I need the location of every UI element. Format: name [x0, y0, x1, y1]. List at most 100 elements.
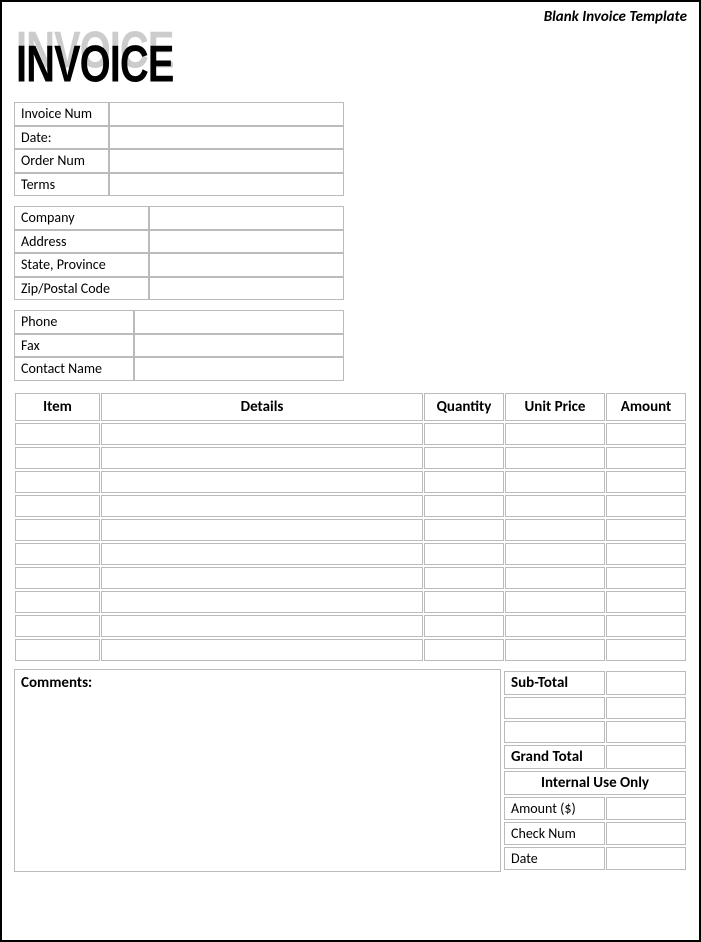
table-cell[interactable] [606, 639, 686, 661]
table-cell[interactable] [101, 591, 423, 613]
table-cell[interactable] [606, 567, 686, 589]
table-cell[interactable] [15, 543, 100, 565]
table-cell[interactable] [15, 423, 100, 445]
lower-section: Comments: Sub-Total Grand Total [14, 669, 687, 872]
table-cell[interactable] [606, 471, 686, 493]
table-row [15, 591, 686, 613]
value-internal-date[interactable] [606, 847, 686, 870]
items-table: Item Details Quantity Unit Price Amount [14, 391, 687, 663]
table-cell[interactable] [15, 447, 100, 469]
table-cell[interactable] [424, 447, 504, 469]
label-internal-check: Check Num [504, 822, 605, 845]
items-section: Item Details Quantity Unit Price Amount [14, 391, 687, 663]
table-cell[interactable] [101, 543, 423, 565]
contact-info-block: Phone Fax Contact Name [14, 310, 687, 381]
table-cell[interactable] [505, 423, 605, 445]
table-cell[interactable] [606, 543, 686, 565]
row-internal-check: Check Num [504, 822, 686, 845]
row-company: Company [14, 206, 344, 230]
table-cell[interactable] [505, 543, 605, 565]
row-internal-date: Date [504, 847, 686, 870]
table-cell[interactable] [424, 615, 504, 637]
row-internal-header: Internal Use Only [504, 771, 686, 795]
table-cell[interactable] [424, 423, 504, 445]
value-internal-check[interactable] [606, 822, 686, 845]
table-cell[interactable] [15, 471, 100, 493]
table-row [15, 543, 686, 565]
value-zip[interactable] [149, 277, 344, 301]
table-cell[interactable] [101, 639, 423, 661]
value-extra-1[interactable] [606, 697, 686, 719]
table-cell[interactable] [606, 423, 686, 445]
comments-label: Comments: [21, 674, 92, 692]
value-phone[interactable] [134, 310, 344, 334]
value-date[interactable] [109, 126, 344, 150]
table-cell[interactable] [15, 567, 100, 589]
table-cell[interactable] [424, 519, 504, 541]
label-grand-total: Grand Total [504, 745, 605, 769]
table-cell[interactable] [606, 591, 686, 613]
table-cell[interactable] [505, 639, 605, 661]
value-terms[interactable] [109, 173, 344, 197]
company-info-block: Company Address State, Province Zip/Post… [14, 206, 687, 300]
row-phone: Phone [14, 310, 344, 334]
table-cell[interactable] [606, 519, 686, 541]
table-cell[interactable] [424, 591, 504, 613]
label-internal-amount: Amount ($) [504, 797, 605, 820]
row-contact-name: Contact Name [14, 357, 344, 381]
table-cell[interactable] [15, 615, 100, 637]
table-cell[interactable] [101, 447, 423, 469]
row-extra-1 [504, 697, 686, 719]
label-extra-1[interactable] [504, 697, 605, 719]
value-subtotal[interactable] [606, 671, 686, 695]
row-state: State, Province [14, 253, 344, 277]
value-order-num[interactable] [109, 149, 344, 173]
table-cell[interactable] [101, 615, 423, 637]
table-cell[interactable] [101, 519, 423, 541]
value-state[interactable] [149, 253, 344, 277]
table-cell[interactable] [606, 615, 686, 637]
table-cell[interactable] [101, 567, 423, 589]
header-item: Item [15, 393, 100, 421]
value-extra-2[interactable] [606, 721, 686, 743]
logo-main: INVOICE [16, 36, 173, 95]
table-cell[interactable] [424, 495, 504, 517]
value-company[interactable] [149, 206, 344, 230]
value-internal-amount[interactable] [606, 797, 686, 820]
table-cell[interactable] [505, 567, 605, 589]
label-extra-2[interactable] [504, 721, 605, 743]
value-grand-total[interactable] [606, 745, 686, 769]
table-cell[interactable] [15, 639, 100, 661]
table-cell[interactable] [505, 495, 605, 517]
label-date: Date: [14, 126, 109, 150]
table-cell[interactable] [505, 591, 605, 613]
table-cell[interactable] [606, 447, 686, 469]
row-internal-amount: Amount ($) [504, 797, 686, 820]
table-cell[interactable] [424, 639, 504, 661]
label-fax: Fax [14, 334, 134, 358]
table-cell[interactable] [101, 471, 423, 493]
table-cell[interactable] [101, 423, 423, 445]
value-contact-name[interactable] [134, 357, 344, 381]
value-fax[interactable] [134, 334, 344, 358]
table-cell[interactable] [606, 495, 686, 517]
table-cell[interactable] [505, 615, 605, 637]
table-cell[interactable] [424, 543, 504, 565]
row-order-num: Order Num [14, 149, 344, 173]
row-extra-2 [504, 721, 686, 743]
table-cell[interactable] [15, 591, 100, 613]
header-unit-price: Unit Price [505, 393, 605, 421]
table-cell[interactable] [505, 519, 605, 541]
table-cell[interactable] [505, 471, 605, 493]
value-address[interactable] [149, 230, 344, 254]
table-cell[interactable] [15, 495, 100, 517]
table-cell[interactable] [101, 495, 423, 517]
invoice-info-block: Invoice Num Date: Order Num Terms [14, 102, 687, 196]
table-cell[interactable] [505, 447, 605, 469]
value-invoice-num[interactable] [109, 102, 344, 126]
comments-box[interactable]: Comments: [14, 669, 501, 872]
table-row [15, 423, 686, 445]
table-cell[interactable] [15, 519, 100, 541]
table-cell[interactable] [424, 471, 504, 493]
table-cell[interactable] [424, 567, 504, 589]
